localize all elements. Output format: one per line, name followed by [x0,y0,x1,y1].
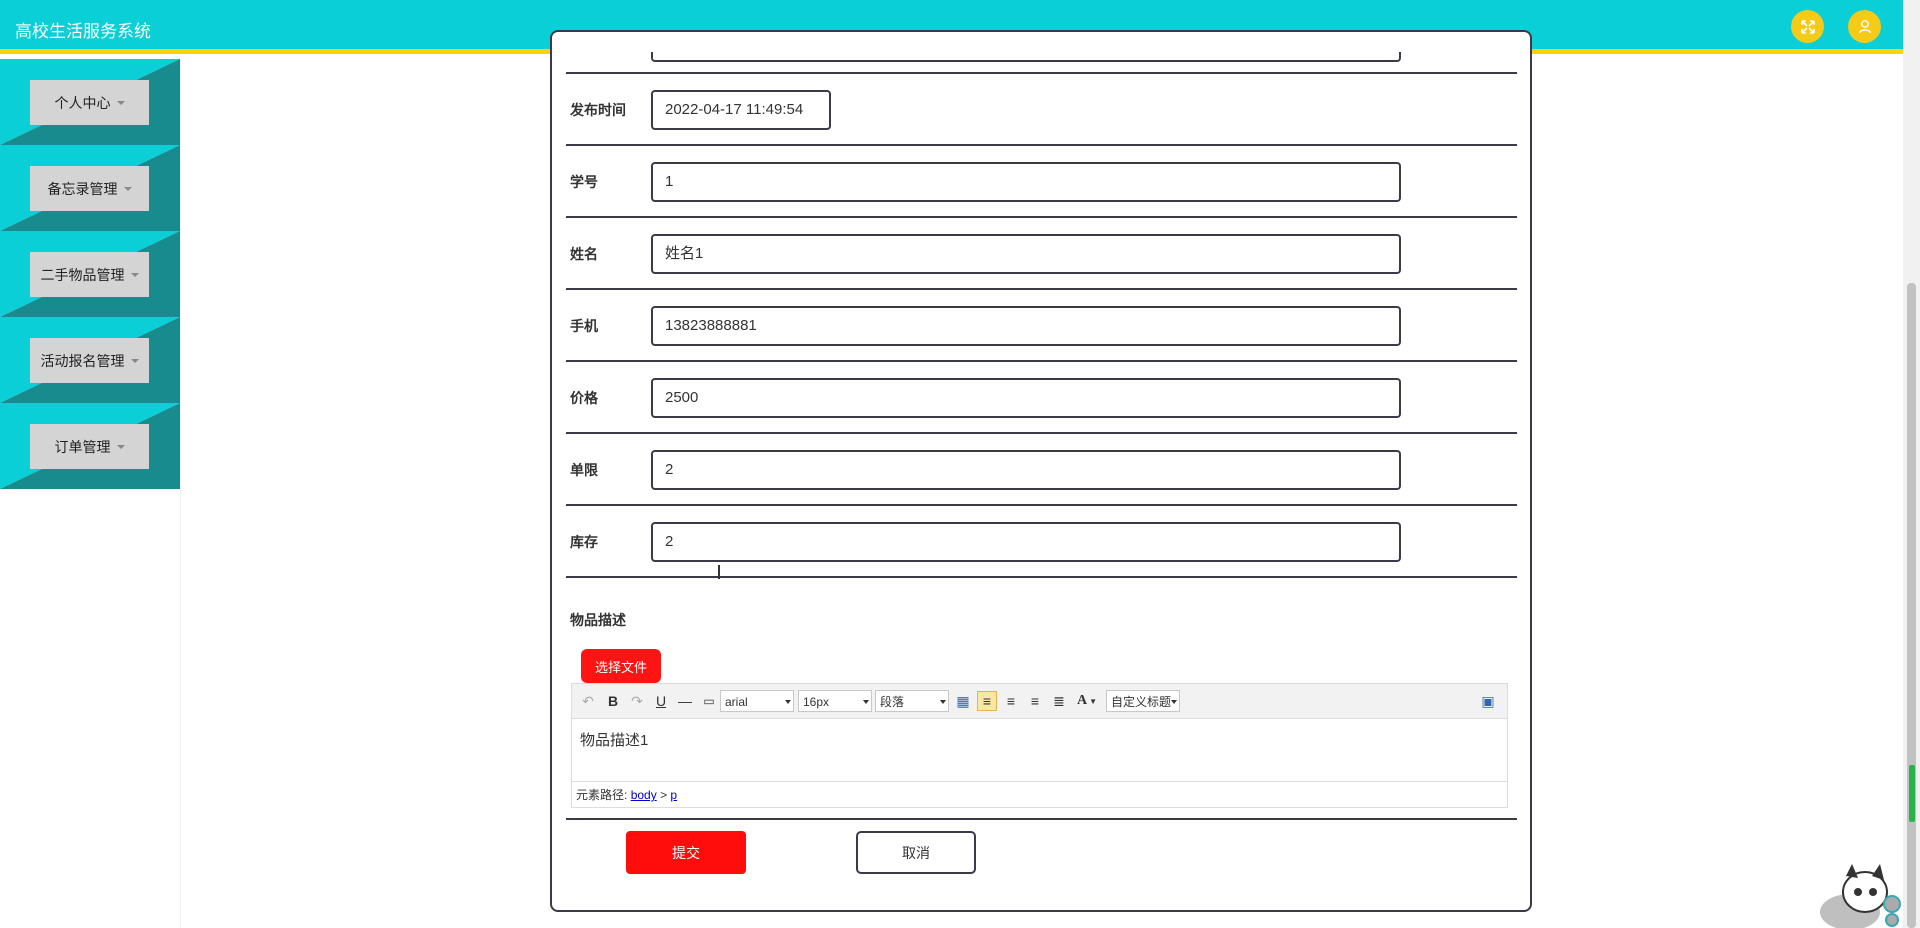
student-id-input[interactable]: 1 [651,162,1401,202]
menu-label: 二手物品管理 [40,266,125,283]
row-publish-time: 发布时间 2022-04-17 11:49:54 [566,74,1517,146]
editor-content[interactable]: 物品描述1 [580,729,648,750]
path-body-link[interactable]: body [631,788,657,802]
font-family-select[interactable]: arial [720,690,794,712]
sidebar-item-activity[interactable]: 活动报名管理 [0,317,180,403]
side-indicator [1909,765,1915,822]
menu-button[interactable]: 备忘录管理 [30,166,149,211]
row-divider [566,818,1517,820]
row-limit: 单限 2 [566,434,1517,506]
menu-label: 订单管理 [54,438,111,455]
field-label: 库存 [570,534,598,550]
sidebar-item-personal-center[interactable]: 个人中心 [0,59,180,145]
sidebar: 个人中心 备忘录管理 二手物品管理 活动报名管理 订单管理 [0,59,180,489]
caret-down-icon [116,100,125,105]
editor-toolbar: ↶ B ↷ U — ▭ arial 16px 段落 ▦ ≡ ≡ ≡ ≣ A ▼ 自… [572,684,1507,719]
menu-button[interactable]: 个人中心 [30,80,149,125]
align-left-icon[interactable]: ≡ [977,691,997,711]
caret-down-icon: ▼ [1089,696,1098,706]
menu-button[interactable]: 订单管理 [30,424,149,469]
expand-icon [1800,19,1815,34]
field-label: 姓名 [570,246,598,262]
redo-icon[interactable]: ↷ [627,691,647,711]
app-title: 高校生活服务系统 [15,22,151,41]
field-label: 手机 [570,318,598,334]
sidebar-item-secondhand[interactable]: 二手物品管理 [0,231,180,317]
field-label: 价格 [570,390,598,406]
menu-label: 备忘录管理 [47,180,118,197]
fullscreen-button[interactable] [1791,10,1824,43]
element-path: 元素路径: body > p [572,781,1507,807]
bold-button[interactable]: B [603,691,623,711]
caret-down-icon [123,186,132,191]
undo-icon[interactable]: ↶ [578,691,598,711]
paste-icon[interactable]: ▭ [699,691,719,711]
field-label: 单限 [570,462,598,478]
mascot-image [1820,864,1901,928]
element-path-label: 元素路径: [576,788,628,802]
field-label: 学号 [570,174,598,190]
caret-down-icon [116,444,125,449]
path-separator: > [660,788,668,802]
font-color-button[interactable]: A ▼ [1073,691,1101,711]
cancel-button[interactable]: 取消 [856,831,976,874]
table-icon[interactable]: ▦ [953,691,973,711]
caret-down-icon [130,272,139,277]
field-partial-top [651,52,1401,62]
price-input[interactable]: 2500 [651,378,1401,418]
menu-button[interactable]: 二手物品管理 [30,252,149,297]
row-phone: 手机 13823888881 [566,290,1517,362]
horizontal-rule-icon[interactable]: — [675,691,695,711]
underline-button[interactable]: U [651,691,671,711]
choose-file-button[interactable]: 选择文件 [581,649,661,683]
text-cursor [718,565,720,579]
stock-input[interactable]: 2 [651,522,1401,562]
row-stock: 库存 2 [566,506,1517,578]
submit-button[interactable]: 提交 [626,831,746,874]
phone-input[interactable]: 13823888881 [651,306,1401,346]
path-p-link[interactable]: p [670,788,677,802]
scrollbar-thumb[interactable] [1907,283,1916,928]
user-icon [1858,19,1871,33]
user-button[interactable] [1848,10,1881,43]
align-justify-icon[interactable]: ≣ [1049,691,1069,711]
caret-down-icon [130,358,139,363]
custom-title-select[interactable]: 自定义标题 [1106,690,1180,712]
rich-text-editor: ↶ B ↷ U — ▭ arial 16px 段落 ▦ ≡ ≡ ≡ ≣ A ▼ 自… [571,683,1508,808]
sidebar-item-memo[interactable]: 备忘录管理 [0,145,180,231]
field-label: 发布时间 [570,102,626,118]
description-label: 物品描述 [570,612,626,628]
row-price: 价格 2500 [566,362,1517,434]
font-color-label: A [1076,693,1088,708]
row-name: 姓名 姓名1 [566,218,1517,290]
align-center-icon[interactable]: ≡ [1025,691,1045,711]
paragraph-select[interactable]: 段落 [875,690,949,712]
name-input[interactable]: 姓名1 [651,234,1401,274]
align-right-icon[interactable]: ≡ [1001,691,1021,711]
row-student-id: 学号 1 [566,146,1517,218]
sidebar-item-orders[interactable]: 订单管理 [0,403,180,489]
publish-time-input[interactable]: 2022-04-17 11:49:54 [651,90,831,130]
menu-button[interactable]: 活动报名管理 [30,338,149,383]
font-size-select[interactable]: 16px [798,690,872,712]
fullscreen-editor-icon[interactable]: ▣ [1478,691,1498,711]
sidebar-divider [180,59,181,928]
menu-label: 活动报名管理 [40,352,125,369]
menu-label: 个人中心 [54,94,111,111]
limit-input[interactable]: 2 [651,450,1401,490]
